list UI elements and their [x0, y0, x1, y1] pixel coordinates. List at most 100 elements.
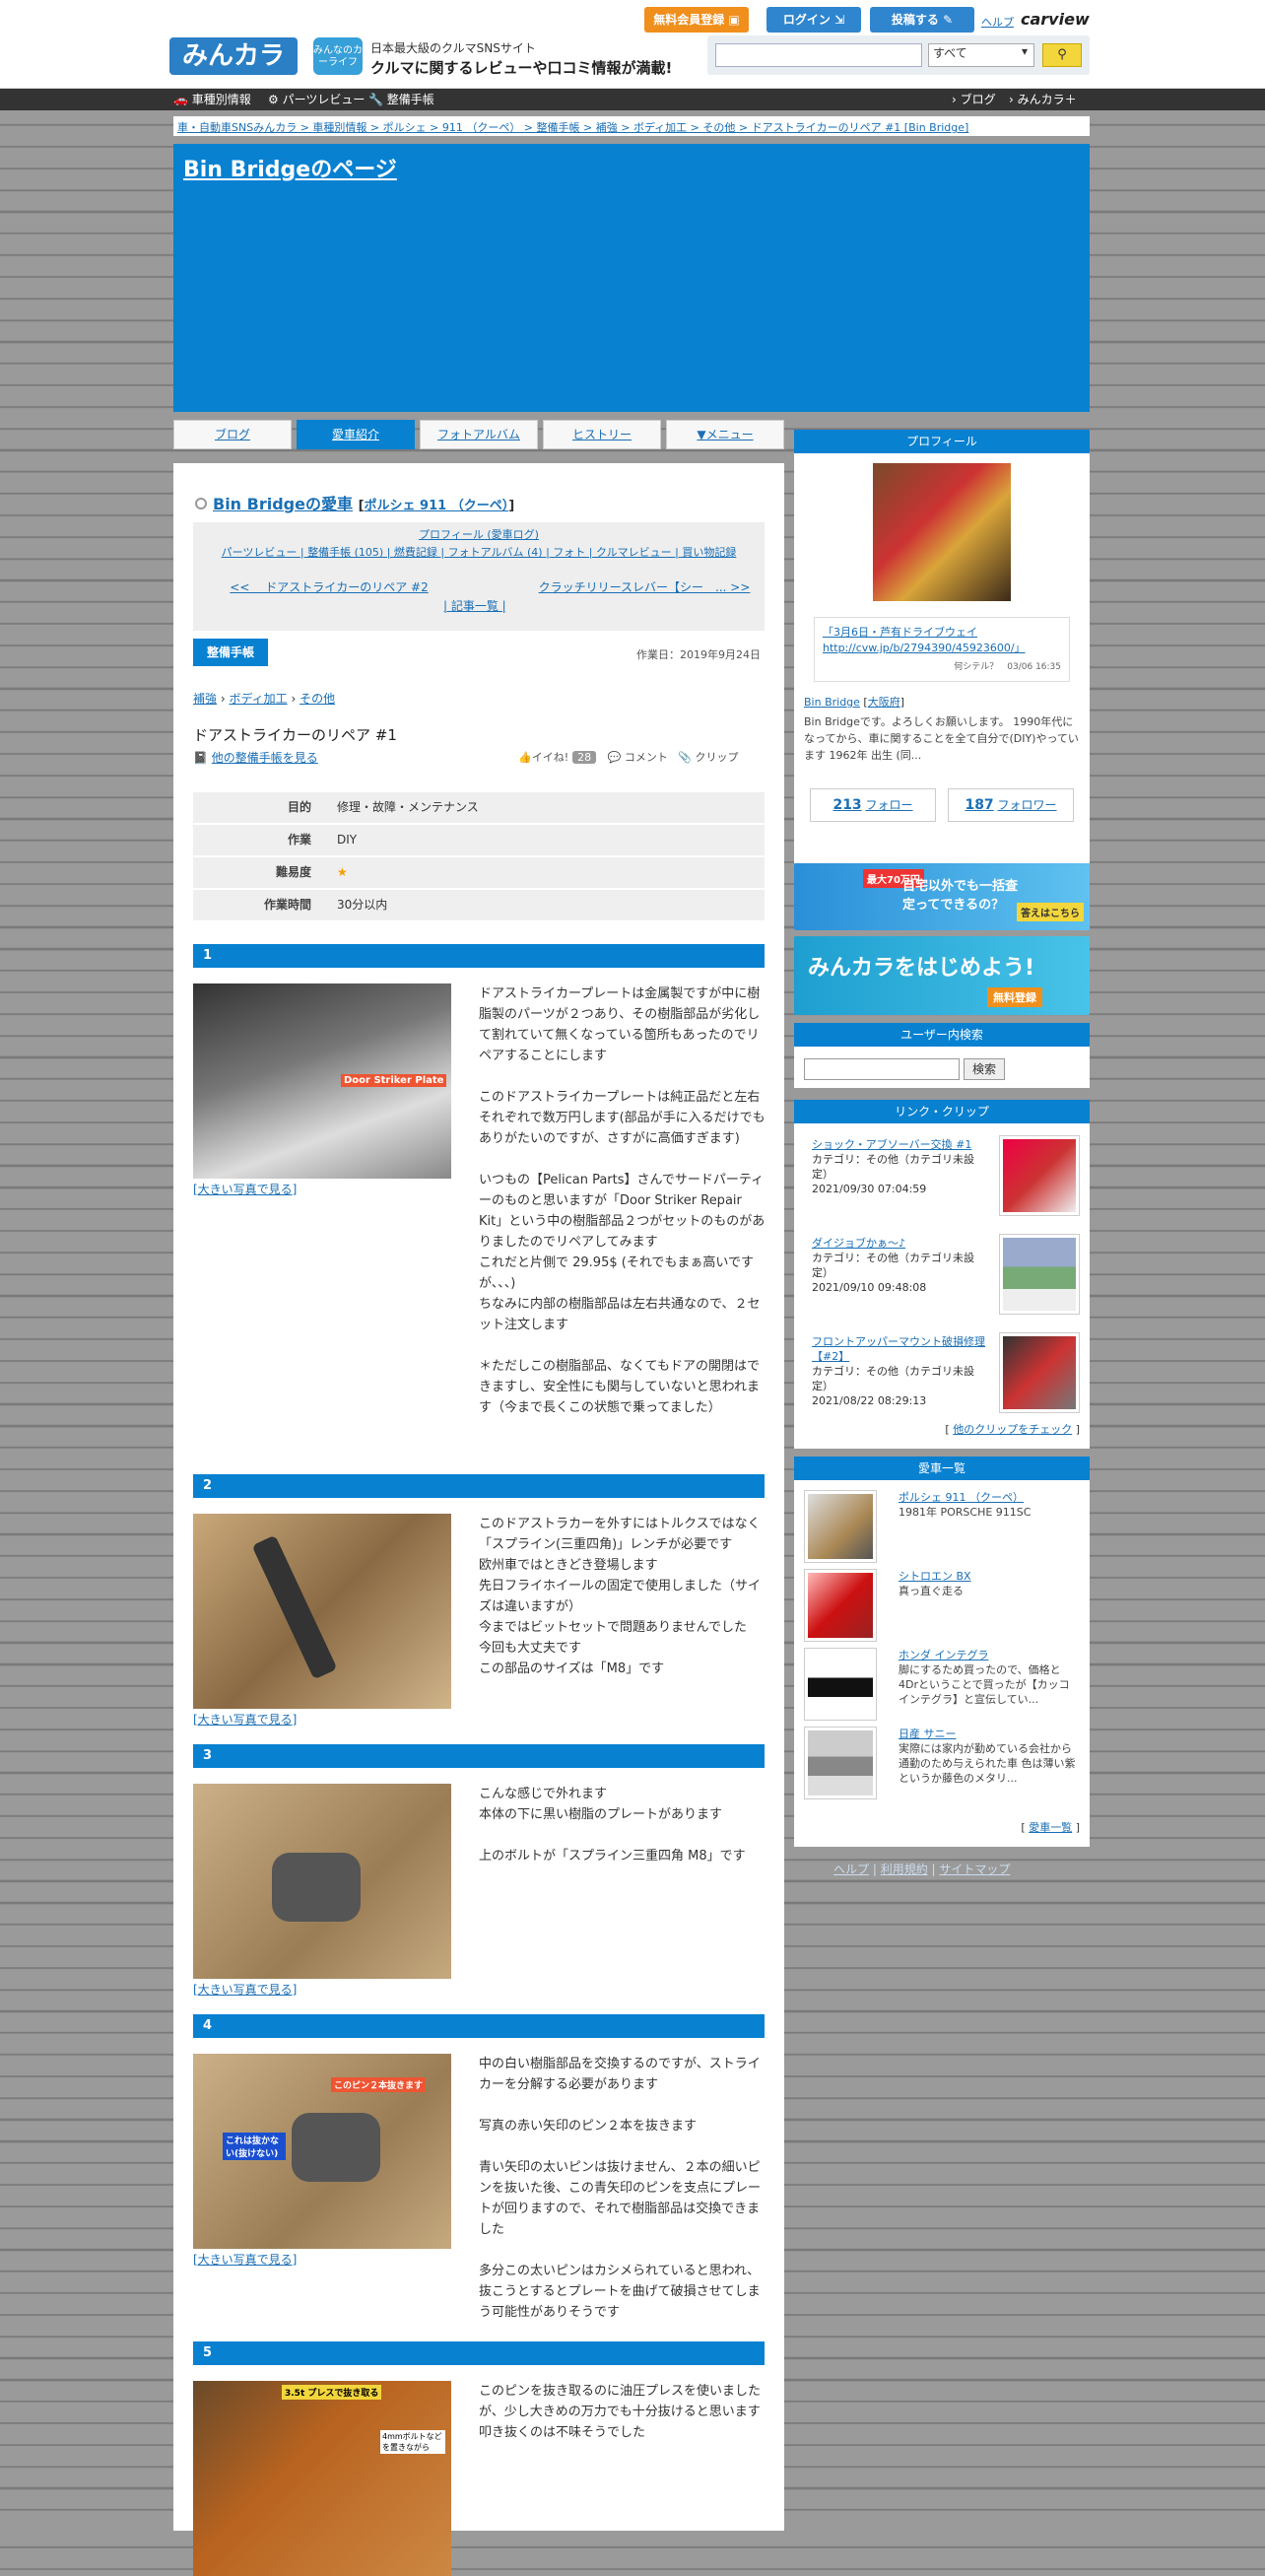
nav-maintenance[interactable]: 🔧 整備手帳	[368, 89, 434, 110]
spec-row: 作業時間 30分以内	[193, 890, 765, 920]
owner-heading: Bin Bridgeの愛車 [ポルシェ 911 （クーペ）]	[195, 491, 514, 514]
tab-history[interactable]: ヒストリー	[543, 420, 661, 449]
follower-count-button[interactable]: 187 フォロワー	[948, 788, 1074, 822]
nav-minkara-plus[interactable]: › みんカラ＋	[1009, 89, 1077, 110]
ad-appraisal-banner[interactable]: 最大70万円 自宅以外でも一括査定ってできるの？ 答えはこちら	[794, 863, 1090, 930]
comment-icon: 💬	[607, 751, 622, 764]
car-thumbnail[interactable]	[804, 1569, 877, 1642]
more-cars-link[interactable]: [ 愛車一覧 ]	[1021, 1819, 1080, 1835]
nav-car-info[interactable]: 🚗 車種別情報	[173, 89, 251, 110]
step-header: 5	[193, 2341, 765, 2365]
article-index-link[interactable]: | 記事一覧 |	[443, 597, 506, 614]
step-photo[interactable]	[193, 1784, 451, 1979]
photo-annotation: これは抜かない(抜けない)	[223, 2133, 286, 2160]
tagline-sub: 日本最大級のクルマSNSサイト	[370, 41, 536, 55]
step-photo[interactable]	[193, 1514, 451, 1709]
register-button[interactable]: 無料会員登録 ▣	[644, 7, 749, 33]
photo-annotation: このピン２本抜きます	[331, 2077, 427, 2092]
photo-annotation: 3.5t プレスで抜き取る	[282, 2385, 382, 2400]
breadcrumb[interactable]: 車・自動車SNSみんカラ > 車種別情報 > ポルシェ > 911 （クーペ） …	[173, 116, 1090, 136]
carview-logo[interactable]: carview	[1021, 10, 1090, 29]
enlarge-photo-link[interactable]: [大きい写真で見る]	[193, 1181, 297, 1197]
enlarge-photo-link[interactable]: [大きい写真で見る]	[193, 1711, 297, 1728]
comment-button[interactable]: 💬 コメント	[608, 751, 668, 764]
list-item[interactable]: シトロエン BX 真っ直ぐ走る	[804, 1569, 1080, 1644]
list-item[interactable]: ダイジョブかぁ～♪ カテゴリ：その他（カテゴリ未設定） 2021/09/10 09:…	[804, 1232, 1080, 1326]
step-header: 2	[193, 1474, 765, 1498]
chevron-down-icon: ▾	[1021, 44, 1028, 58]
post-button[interactable]: 投稿する ✎	[870, 7, 974, 33]
carlife-badge[interactable]: みんなのカーライフ	[313, 37, 363, 75]
next-article-link[interactable]: クラッチリリースレバー【シー ... >>	[536, 577, 753, 597]
banner-title[interactable]: Bin Bridgeのページ	[183, 152, 397, 183]
clip-thumbnail[interactable]	[999, 1332, 1080, 1413]
photo-annotation: Door Striker Plate	[341, 1074, 447, 1087]
car-thumbnail[interactable]	[804, 1727, 877, 1799]
user-search-input[interactable]	[804, 1058, 960, 1080]
profile-avatar[interactable]	[873, 463, 1011, 601]
clip-thumbnail[interactable]	[999, 1234, 1080, 1315]
site-logo[interactable]: みんカラ	[169, 37, 298, 75]
global-nav: 🚗 車種別情報 ⚙ パーツレビュー 🔧 整備手帳 › ブログ › みんカラ＋	[0, 89, 1265, 110]
profile-heading: プロフィール	[794, 430, 1090, 453]
work-date: 作業日：2019年9月24日	[636, 648, 761, 661]
search-input[interactable]	[715, 43, 922, 67]
see-all-link[interactable]: 📓 他の整備手帳を見る	[193, 749, 318, 766]
profile-box: プロフィール 「3月6日・芦有ドライブウェイ http://cvw.jp/b/2…	[794, 430, 1090, 863]
list-item[interactable]: 日産 サニー 実際には家内が勤めている会社から通勤のため与えられた車 色は薄い紫と…	[804, 1727, 1080, 1801]
step-photo[interactable]: 3.5t プレスで抜き取る 4mmボルトなどを置きながら	[193, 2381, 451, 2576]
member-menu-links[interactable]: パーツレビュー | 整備手帳 (105) | 燃費記録 | フォトアルバム (4…	[222, 546, 737, 559]
ad-join-banner[interactable]: みんカラをはじめよう! 無料登録	[794, 936, 1090, 1015]
car-list-box: 愛車一覧 ポルシェ 911 （クーペ） 1981年 PORSCHE 911SC シ…	[794, 1457, 1090, 1847]
article-title: ドアストライカーのリペア #1	[193, 726, 397, 744]
photo-annotation: 4mmボルトなどを置きながら	[380, 2430, 445, 2454]
notebook-icon: 📓	[193, 751, 208, 765]
login-button[interactable]: ログイン ⇲	[766, 7, 861, 33]
step-text: こんな感じで外れます 本体の下に黒い樹脂のプレートがあります 上のボルトが「スプ…	[479, 1787, 746, 1864]
page-tabs: ブログ 愛車紹介 フォトアルバム ヒストリー ▼メニュー	[173, 420, 784, 449]
help-link[interactable]: ヘルプ	[981, 14, 1014, 30]
nav-parts-review[interactable]: ⚙ パーツレビュー	[268, 89, 365, 110]
car-thumbnail[interactable]	[804, 1490, 877, 1563]
category-path: 補強 › ボディ加工 › その他	[193, 692, 336, 706]
step-photo[interactable]: Door Striker Plate	[193, 983, 451, 1179]
star-icon: ★	[337, 865, 348, 879]
like-button[interactable]: 👍イイね!	[518, 751, 568, 764]
prev-article-link[interactable]: << ドアストライカーのリペア #2	[211, 577, 447, 597]
owner-car-link[interactable]: ポルシェ 911 （クーペ）	[365, 499, 509, 513]
spec-row: 難易度 ★	[193, 857, 765, 888]
step-photo[interactable]: このピン２本抜きます これは抜かない(抜けない)	[193, 2054, 451, 2249]
enlarge-photo-link[interactable]: [大きい写真で見る]	[193, 1981, 297, 1998]
status-feed: 「3月6日・芦有ドライブウェイ http://cvw.jp/b/2794390/…	[814, 617, 1070, 682]
step-header: 3	[193, 1744, 765, 1768]
category-badge: 整備手帳	[193, 639, 268, 666]
list-item[interactable]: ポルシェ 911 （クーペ） 1981年 PORSCHE 911SC	[804, 1490, 1080, 1565]
nav-blog[interactable]: › ブログ	[952, 89, 996, 110]
tab-photo-album[interactable]: フォトアルバム	[420, 420, 538, 449]
list-item[interactable]: ショック・アブソーバー交換 #1 カテゴリ：その他（カテゴリ未設定） 2021/09…	[804, 1133, 1080, 1228]
member-nav: プロフィール (愛車ログ) パーツレビュー | 整備手帳 (105) | 燃費記…	[193, 522, 765, 631]
list-item[interactable]: フロントアッパーマウント破損修理【#2】 カテゴリ：その他（カテゴリ未設定） 202…	[804, 1330, 1080, 1425]
profile-description: Bin Bridgeです。よろしくお願いします。 1990年代になってから、車に…	[804, 715, 1079, 762]
tab-blog[interactable]: ブログ	[173, 420, 292, 449]
footer-links: ヘルプ | 利用規約 | サイトマップ	[833, 1863, 1011, 1876]
user-search-button[interactable]: 検索	[964, 1058, 1005, 1080]
step-text: このピンを抜き取るのに油圧プレスを使いましたが、少し大きめの万力でも十分抜けると…	[479, 2384, 762, 2440]
enlarge-photo-link[interactable]: [大きい写真で見る]	[193, 2251, 297, 2268]
search-button[interactable]: ⚲	[1042, 43, 1082, 67]
step-header: 4	[193, 2014, 765, 2038]
profile-link[interactable]: プロフィール (愛車ログ)	[419, 528, 539, 541]
clip-button[interactable]: 📎 クリップ	[678, 751, 738, 764]
follow-count-button[interactable]: 213 フォロー	[810, 788, 936, 822]
user-search-box: ユーザー内検索 検索	[794, 1023, 1090, 1088]
list-item[interactable]: ホンダ インテグラ 脚にするため買ったので、価格と4Drということで買ったが【カッ…	[804, 1648, 1080, 1723]
clip-thumbnail[interactable]	[999, 1135, 1080, 1216]
spec-row: 作業 DIY	[193, 825, 765, 855]
more-clips-link[interactable]: [ 他のクリップをチェック ]	[945, 1421, 1080, 1437]
car-thumbnail[interactable]	[804, 1648, 877, 1721]
user-banner: Bin Bridgeのページ	[173, 144, 1090, 412]
tab-car-intro[interactable]: 愛車紹介	[297, 420, 415, 449]
search-scope-select[interactable]: すべて ▾	[928, 43, 1034, 67]
search-icon: ⚲	[1057, 47, 1067, 62]
tab-menu[interactable]: ▼メニュー	[666, 420, 784, 449]
